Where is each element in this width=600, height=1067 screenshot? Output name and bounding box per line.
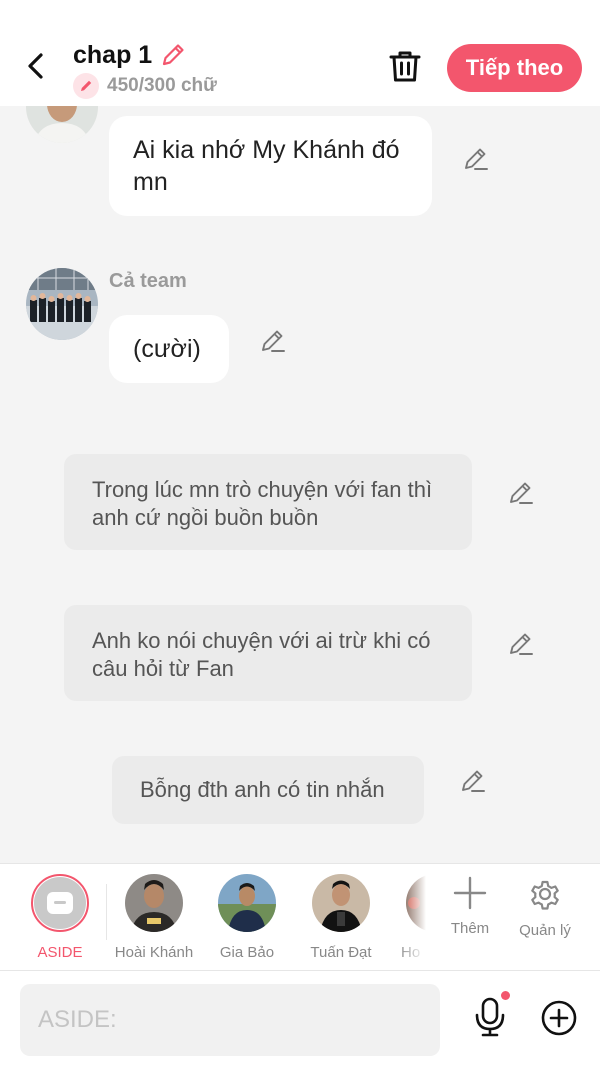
add-character-button[interactable]: Thêm (430, 876, 510, 937)
narration-bubble[interactable]: Trong lúc mn trò chuyện với fan thì anh … (64, 454, 472, 550)
pencil-badge-icon (73, 73, 99, 99)
microphone-icon (475, 997, 505, 1037)
character-name: Gia Bảo (219, 944, 275, 961)
next-button[interactable]: Tiếp theo (447, 44, 582, 92)
narration-text: Bỗng đth anh có tin nhắn (140, 777, 385, 802)
narration-bubble[interactable]: Bỗng đth anh có tin nhắn (112, 756, 424, 824)
edit-title-button[interactable] (158, 40, 188, 70)
sender-name: Cả team (109, 270, 187, 292)
manage-button[interactable]: Quản lý (505, 876, 585, 939)
divider (106, 884, 107, 940)
pencil-icon (510, 633, 533, 655)
narration-text: Anh ko nói chuyện với ai trừ khi có câu … (92, 628, 431, 681)
character-gia-bao[interactable]: Gia Bảo (202, 874, 292, 961)
plus-circle-icon (541, 1000, 577, 1036)
edit-message-button[interactable] (460, 142, 492, 174)
character-aside[interactable]: ASIDE (15, 874, 105, 961)
edit-message-button[interactable] (505, 476, 537, 508)
add-content-button[interactable] (538, 997, 580, 1039)
message-input[interactable] (20, 984, 440, 1056)
scroll-fade (398, 864, 426, 970)
add-label: Thêm (450, 920, 490, 937)
character-hoai-khanh[interactable]: Hoài Khánh (109, 874, 199, 961)
avatar (218, 874, 276, 932)
aside-avatar (31, 874, 89, 932)
microphone-button[interactable] (468, 991, 512, 1043)
chevron-left-icon (28, 53, 43, 79)
edit-message-button[interactable] (257, 324, 289, 356)
aside-icon (47, 892, 73, 914)
character-bar: ASIDE Hoài Khánh Gia Bảo Tuấn Đạt Ho Thê… (0, 863, 600, 970)
avatar-ca-team[interactable] (26, 268, 98, 340)
word-count-row: 450/300 chữ (73, 73, 217, 99)
pencil-icon (465, 148, 488, 170)
narration-text: Trong lúc mn trò chuyện với fan thì anh … (92, 477, 433, 530)
message-bubble[interactable]: (cười) (109, 315, 229, 383)
pencil-icon (510, 482, 533, 504)
header: chap 1 450/300 chữ Tiếp theo (0, 0, 600, 106)
message-bubble[interactable]: Ai kia nhớ My Khánh đó mn (109, 116, 432, 216)
chat-area[interactable]: Ai kia nhớ My Khánh đó mn Cả team (cười)… (0, 106, 600, 863)
gear-icon (531, 880, 559, 910)
narration-bubble[interactable]: Anh ko nói chuyện với ai trừ khi có câu … (64, 605, 472, 701)
character-name: ASIDE (37, 944, 83, 961)
delete-button[interactable] (385, 46, 425, 86)
pencil-icon (163, 44, 184, 66)
back-button[interactable] (18, 48, 54, 84)
avatar (125, 874, 183, 932)
message-text: Ai kia nhớ My Khánh đó mn (133, 136, 400, 196)
trash-icon (389, 51, 421, 82)
chapter-title: chap 1 (73, 40, 153, 69)
pencil-icon (462, 770, 485, 792)
input-bar (0, 970, 600, 1067)
message-text: (cười) (133, 335, 201, 363)
word-count: 450/300 chữ (107, 75, 217, 96)
manage-label: Quản lý (519, 922, 571, 939)
pencil-icon (262, 330, 285, 352)
title-row: chap 1 (73, 40, 188, 70)
character-name: Tuấn Đạt (310, 944, 372, 961)
character-name: Hoài Khánh (114, 944, 194, 961)
notification-dot (501, 991, 510, 1000)
edit-message-button[interactable] (457, 764, 489, 796)
plus-icon (453, 876, 487, 910)
edit-message-button[interactable] (505, 627, 537, 659)
avatar-hoai-khanh[interactable] (26, 106, 98, 143)
